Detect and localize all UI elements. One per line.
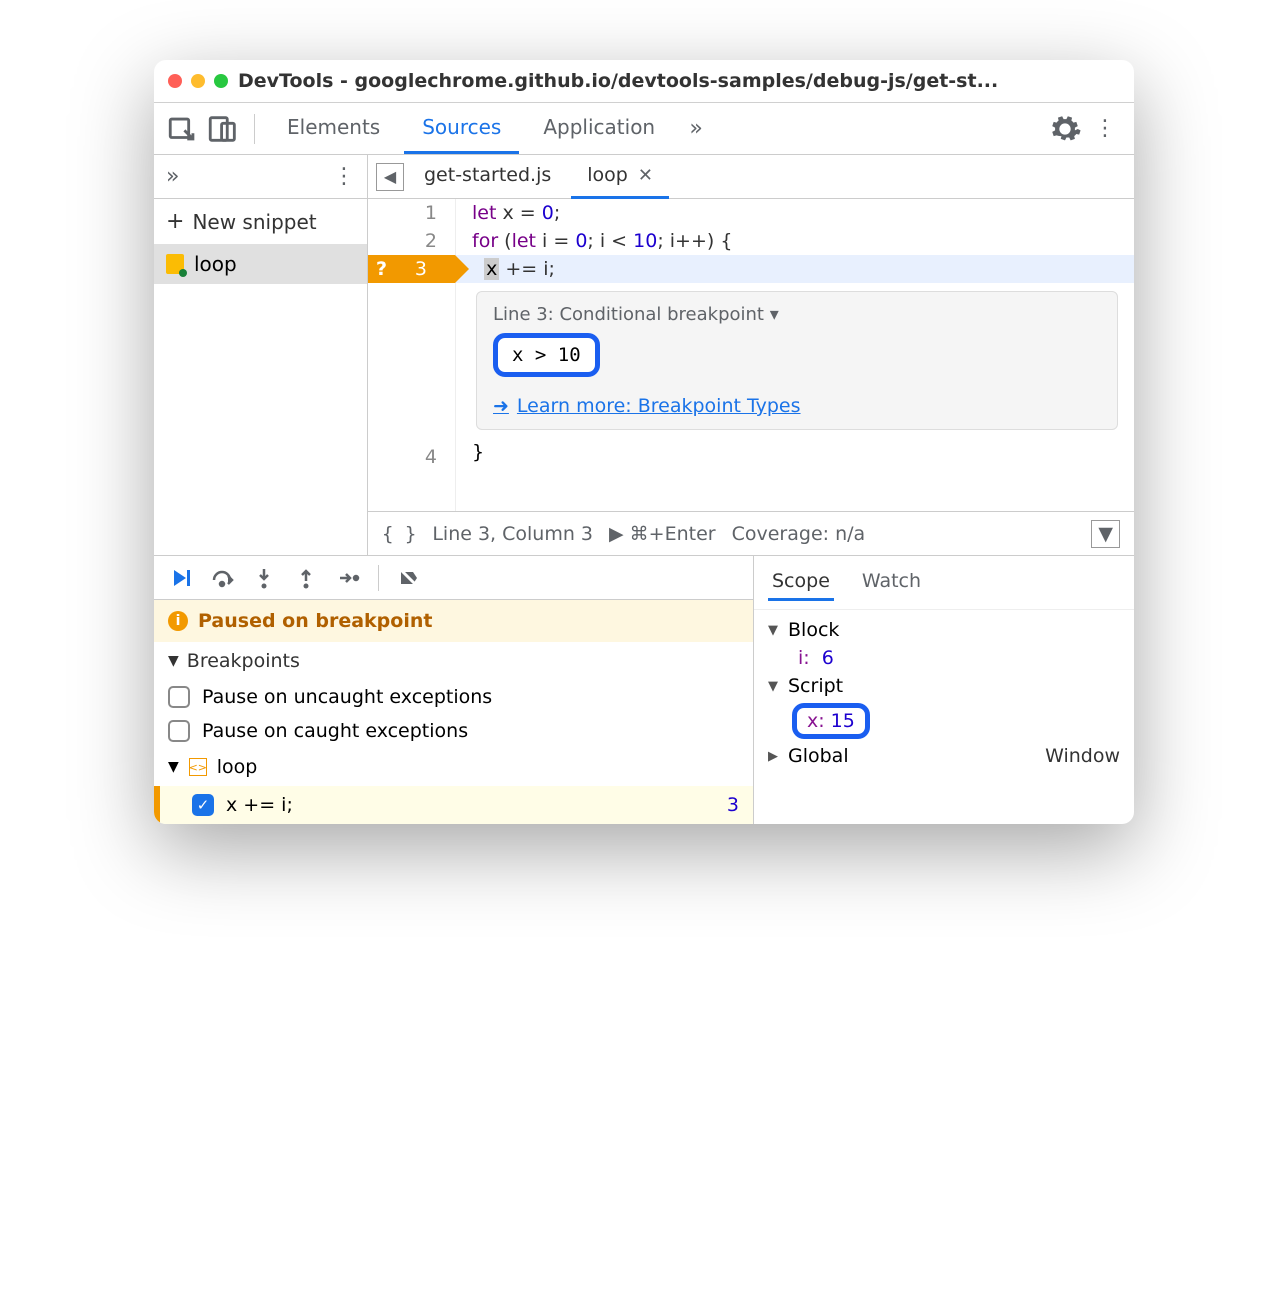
- debugger-left: i Paused on breakpoint ▼ Breakpoints Pau…: [154, 556, 754, 824]
- code-line: let x = 0;: [456, 199, 1134, 227]
- deactivate-breakpoints-icon[interactable]: [397, 566, 421, 590]
- collapse-icon[interactable]: ▼: [1091, 520, 1120, 548]
- step-into-icon[interactable]: [252, 566, 276, 590]
- step-out-icon[interactable]: [294, 566, 318, 590]
- checkbox-icon: [168, 686, 190, 708]
- chevron-down-icon: ▼: [168, 653, 179, 669]
- info-icon: i: [168, 611, 188, 631]
- editor-status-bar: { } Line 3, Column 3 ▶ ⌘+Enter Coverage:…: [368, 511, 1134, 555]
- code-area: 1 2 ?3 4 let x = 0; for (let i = 0; i < …: [368, 199, 1134, 511]
- upper-pane: » ⋮ + New snippet loop ◀ get-started.js …: [154, 155, 1134, 555]
- checkbox-icon: [168, 720, 190, 742]
- pause-caught-checkbox[interactable]: Pause on caught exceptions: [154, 714, 753, 748]
- scope-body: ▼Block i:6 ▼Script x:15 ▶GlobalWindow: [754, 610, 1134, 776]
- tab-elements[interactable]: Elements: [269, 103, 398, 154]
- debugger-toolbar: [154, 556, 753, 600]
- tab-watch[interactable]: Watch: [858, 564, 925, 601]
- paused-banner: i Paused on breakpoint: [154, 600, 753, 642]
- tab-sources[interactable]: Sources: [404, 103, 519, 154]
- step-icon[interactable]: [336, 566, 360, 590]
- titlebar: DevTools - googlechrome.github.io/devtoo…: [154, 60, 1134, 103]
- inspect-icon[interactable]: [166, 112, 200, 146]
- breakpoint-condition-input[interactable]: x > 10: [493, 333, 600, 377]
- sidebar-item-label: loop: [194, 252, 237, 276]
- minimize-icon[interactable]: [191, 74, 205, 88]
- scope-var-row: i:6: [768, 644, 1120, 672]
- close-icon[interactable]: ✕: [638, 165, 653, 186]
- chevron-right-icon[interactable]: »: [166, 164, 179, 189]
- breakpoint-type-label[interactable]: Line 3: Conditional breakpoint ▾: [493, 304, 1101, 325]
- plus-icon: +: [166, 209, 184, 234]
- resume-icon[interactable]: [168, 566, 192, 590]
- debugger-pane: i Paused on breakpoint ▼ Breakpoints Pau…: [154, 555, 1134, 824]
- arrow-circle-icon: ➜: [493, 395, 509, 417]
- device-toggle-icon[interactable]: [206, 112, 240, 146]
- tab-scope[interactable]: Scope: [768, 564, 834, 601]
- line-number[interactable]: 2: [368, 227, 455, 255]
- line-number[interactable]: 4: [368, 443, 455, 471]
- panel-tabbar: Elements Sources Application » ⋮: [154, 103, 1134, 155]
- traffic-lights: [168, 74, 228, 88]
- code-body[interactable]: let x = 0; for (let i = 0; i < 10; i++) …: [456, 199, 1134, 511]
- zoom-icon[interactable]: [214, 74, 228, 88]
- nav-back-icon[interactable]: ◀: [376, 163, 404, 191]
- checkbox-checked-icon[interactable]: ✓: [192, 794, 214, 816]
- sidebar-item-loop[interactable]: loop: [154, 244, 367, 284]
- chevron-down-icon: ▼: [168, 759, 179, 775]
- scope-global-row[interactable]: ▶GlobalWindow: [768, 742, 1120, 770]
- divider: [378, 565, 379, 591]
- breakpoint-line-number[interactable]: ?3: [368, 255, 455, 283]
- scope-panel: Scope Watch ▼Block i:6 ▼Script x:15 ▶Glo…: [754, 556, 1134, 824]
- pause-uncaught-checkbox[interactable]: Pause on uncaught exceptions: [154, 680, 753, 714]
- code-line: for (let i = 0; i < 10; i++) {: [456, 227, 1134, 255]
- sidebar-header: » ⋮: [154, 155, 367, 199]
- chevron-down-icon: ▼: [768, 679, 782, 694]
- breakpoint-file-row[interactable]: ▼ <> loop: [154, 748, 753, 786]
- tab-application[interactable]: Application: [525, 103, 673, 154]
- window-title: DevTools - googlechrome.github.io/devtoo…: [238, 70, 998, 92]
- file-tab-loop[interactable]: loop ✕: [571, 154, 669, 199]
- kebab-icon[interactable]: ⋮: [1088, 112, 1122, 146]
- file-tab-get-started[interactable]: get-started.js: [408, 154, 567, 199]
- new-snippet-label: New snippet: [192, 210, 316, 234]
- code-line: }: [456, 438, 1134, 466]
- chevron-right-icon: ▶: [768, 749, 782, 764]
- snippet-icon: <>: [189, 758, 207, 776]
- close-icon[interactable]: [168, 74, 182, 88]
- step-over-icon[interactable]: [210, 566, 234, 590]
- new-snippet-button[interactable]: + New snippet: [154, 199, 367, 244]
- line-number[interactable]: 1: [368, 199, 455, 227]
- file-tabs: ◀ get-started.js loop ✕: [368, 155, 1134, 199]
- breakpoint-line-row[interactable]: ✓ x += i; 3: [154, 786, 753, 824]
- run-hint[interactable]: ▶ ⌘+Enter: [609, 523, 716, 545]
- editor-pane: ◀ get-started.js loop ✕ 1 2 ?3 4 let x =…: [368, 155, 1134, 555]
- gutter: 1 2 ?3 4: [368, 199, 456, 511]
- coverage-status: Coverage: n/a: [732, 523, 866, 545]
- navigator-sidebar: » ⋮ + New snippet loop: [154, 155, 368, 555]
- kebab-icon[interactable]: ⋮: [333, 164, 355, 189]
- breakpoint-popup: Line 3: Conditional breakpoint ▾ x > 10 …: [476, 291, 1118, 430]
- scope-tabs: Scope Watch: [754, 556, 1134, 610]
- learn-more-link[interactable]: ➜ Learn more: Breakpoint Types: [493, 395, 1101, 417]
- format-icon[interactable]: { }: [382, 523, 416, 545]
- devtools-window: DevTools - googlechrome.github.io/devtoo…: [154, 60, 1134, 824]
- more-tabs-icon[interactable]: »: [679, 112, 713, 146]
- gear-icon[interactable]: [1048, 112, 1082, 146]
- chevron-down-icon: ▼: [768, 623, 782, 638]
- snippet-icon: [166, 254, 184, 274]
- breakpoints-header[interactable]: ▼ Breakpoints: [154, 642, 753, 680]
- scope-block-row[interactable]: ▼Block: [768, 616, 1120, 644]
- scope-var-row: x:15: [768, 700, 1120, 742]
- cursor-position: Line 3, Column 3: [432, 523, 593, 545]
- divider: [254, 114, 255, 144]
- scope-script-row[interactable]: ▼Script: [768, 672, 1120, 700]
- code-line-highlighted: x += i;: [456, 255, 1134, 283]
